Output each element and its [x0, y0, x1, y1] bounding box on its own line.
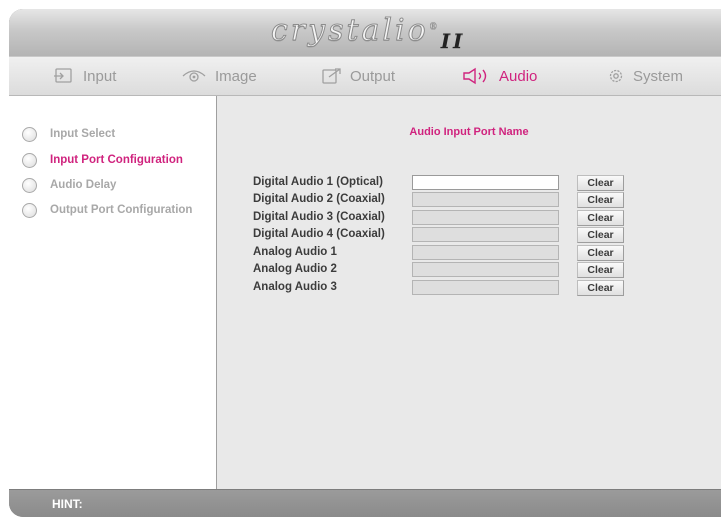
port-name-field[interactable]: [412, 175, 559, 190]
page-title: Audio Input Port Name: [409, 126, 529, 138]
port-label: Digital Audio 1 (Optical): [253, 176, 383, 188]
radio-icon: [22, 202, 37, 218]
radio-icon: [22, 126, 37, 142]
tab-output-label: Output: [350, 67, 396, 85]
speaker-icon: [461, 67, 491, 85]
sidebar-item-label: Audio Delay: [50, 179, 117, 191]
main-nav: Input Image Output Audio System: [9, 56, 721, 96]
tab-system[interactable]: System: [607, 57, 683, 95]
port-name-row: Analog Audio 2 Clear: [217, 262, 721, 278]
port-name-row: Digital Audio 2 (Coaxial) Clear: [217, 192, 721, 208]
port-name-row: Analog Audio 1 Clear: [217, 245, 721, 261]
output-icon: [322, 67, 342, 85]
eye-icon: [181, 68, 207, 84]
sidebar-item-audio-delay[interactable]: Audio Delay: [22, 176, 116, 194]
hint-label: HINT:: [52, 497, 83, 511]
port-label: Digital Audio 2 (Coaxial): [253, 193, 385, 205]
radio-icon: [22, 152, 37, 168]
port-name-field[interactable]: [412, 245, 559, 260]
main-panel: Audio Input Port Name Digital Audio 1 (O…: [217, 96, 721, 489]
port-label: Digital Audio 4 (Coaxial): [253, 228, 385, 240]
sidebar: Input Select Input Port Configuration Au…: [9, 96, 217, 489]
hint-bar: HINT:: [9, 489, 721, 517]
port-name-field[interactable]: [412, 280, 559, 295]
port-label: Analog Audio 2: [253, 263, 337, 275]
logo-text: crystalio: [271, 13, 429, 49]
sidebar-item-output-port-configuration[interactable]: Output Port Configuration: [22, 201, 192, 219]
tab-input[interactable]: Input: [53, 57, 116, 95]
gear-icon: [607, 67, 625, 85]
port-name-row: Digital Audio 4 (Coaxial) Clear: [217, 227, 721, 243]
clear-button[interactable]: Clear: [577, 245, 624, 261]
header: crystalio®II: [9, 9, 721, 56]
sidebar-item-input-select[interactable]: Input Select: [22, 125, 115, 143]
tab-input-label: Input: [83, 67, 117, 85]
clear-button[interactable]: Clear: [577, 210, 624, 226]
port-label: Analog Audio 3: [253, 281, 337, 293]
port-label: Digital Audio 3 (Coaxial): [253, 211, 385, 223]
brand-logo: crystalio®II: [271, 13, 466, 54]
logo-mark: ®: [428, 22, 441, 32]
port-name-row: Digital Audio 3 (Coaxial) Clear: [217, 210, 721, 226]
tab-image[interactable]: Image: [181, 57, 257, 95]
clear-button[interactable]: Clear: [577, 280, 624, 296]
tab-audio[interactable]: Audio: [461, 57, 537, 95]
port-name-field[interactable]: [412, 262, 559, 277]
port-name-row: Analog Audio 3 Clear: [217, 280, 721, 296]
input-icon: [53, 67, 75, 85]
port-name-field[interactable]: [412, 192, 559, 207]
port-name-field[interactable]: [412, 210, 559, 225]
port-name-row: Digital Audio 1 (Optical) Clear: [217, 175, 721, 191]
clear-button[interactable]: Clear: [577, 227, 624, 243]
tab-image-label: Image: [215, 67, 257, 85]
tab-output[interactable]: Output: [322, 57, 395, 95]
sidebar-item-label: Input Select: [50, 128, 116, 140]
app-frame: crystalio®II Input Image Output Audio Sy…: [9, 9, 721, 517]
logo-suffix: II: [440, 29, 466, 53]
clear-button[interactable]: Clear: [577, 192, 624, 208]
port-label: Analog Audio 1: [253, 246, 337, 258]
tab-audio-label: Audio: [499, 67, 538, 85]
tab-system-label: System: [633, 67, 684, 85]
clear-button[interactable]: Clear: [577, 262, 624, 278]
sidebar-item-label: Input Port Configuration: [50, 154, 183, 166]
port-name-field[interactable]: [412, 227, 559, 242]
radio-icon: [22, 177, 37, 193]
sidebar-item-input-port-configuration[interactable]: Input Port Configuration: [22, 151, 183, 169]
clear-button[interactable]: Clear: [577, 175, 624, 191]
sidebar-item-label: Output Port Configuration: [50, 204, 193, 216]
